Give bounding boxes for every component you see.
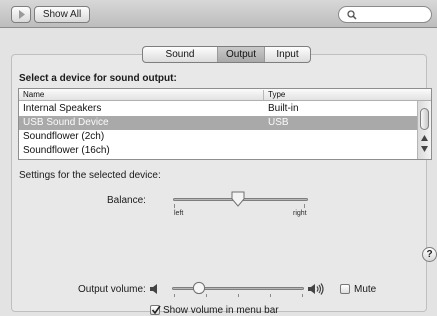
balance-right-label: right (293, 210, 307, 217)
device-name: Soundflower (2ch) (23, 131, 105, 142)
balance-left-label: left (174, 210, 184, 217)
balance-tick (304, 204, 305, 208)
balance-slider-knob[interactable] (231, 191, 245, 207)
volume-tick (238, 294, 239, 297)
speaker-low-icon (150, 284, 157, 294)
device-name: Internal Speakers (23, 103, 102, 114)
device-section-title: Select a device for sound output: (19, 73, 177, 84)
tab-sound-effects[interactable]: Sound Effects (143, 47, 218, 62)
volume-tick (206, 294, 207, 297)
settings-label: Settings for the selected device: (19, 170, 161, 181)
device-type: Built-in (268, 103, 299, 114)
device-name: USB Sound Device (23, 117, 109, 128)
table-scrollbar[interactable] (417, 101, 431, 159)
back-button[interactable] (11, 6, 31, 23)
table-row-selected[interactable]: USB Sound Device USB (19, 116, 417, 130)
table-row[interactable]: Soundflower (2ch) (19, 130, 417, 144)
show-volume-in-menubar-label: Show volume in menu bar (163, 305, 279, 316)
column-divider (263, 90, 264, 100)
scroll-up-arrow-icon[interactable] (421, 135, 428, 141)
mute-label: Mute (354, 284, 377, 295)
search-input[interactable] (359, 8, 427, 21)
volume-tick (302, 294, 303, 297)
checkmark-icon (151, 305, 161, 315)
tab-bar: Sound Effects Output Input (142, 46, 311, 63)
table-row[interactable]: Soundflower (16ch) (19, 144, 417, 158)
help-button[interactable]: ? (422, 247, 437, 262)
volume-tick (174, 294, 175, 297)
search-icon (347, 10, 357, 20)
show-volume-in-menubar-checkbox[interactable] (150, 305, 161, 315)
device-name: Soundflower (16ch) (23, 145, 110, 156)
output-volume-label: Output volume: (78, 284, 146, 295)
speaker-high-icon (308, 283, 324, 295)
table-row[interactable]: Internal Speakers Built-in (19, 102, 417, 116)
table-header: Name Type (19, 89, 431, 101)
output-device-table: Name Type Internal Speakers Built-in USB… (18, 88, 432, 160)
scroll-down-arrow-icon[interactable] (421, 146, 428, 152)
balance-tick (174, 204, 175, 208)
search-field[interactable] (338, 6, 432, 23)
scrollbar-thumb[interactable] (420, 108, 429, 130)
tab-input[interactable]: Input (265, 47, 310, 62)
toolbar: Show All (0, 0, 437, 28)
balance-label: Balance: (107, 195, 146, 206)
back-arrow-icon (19, 10, 25, 19)
show-all-button[interactable]: Show All (34, 6, 90, 23)
volume-tick (270, 294, 271, 297)
column-name-header[interactable]: Name (23, 89, 44, 101)
tab-output[interactable]: Output (218, 47, 265, 62)
device-type: USB (268, 117, 289, 128)
output-volume-slider-knob[interactable] (192, 281, 206, 295)
help-icon: ? (426, 249, 433, 260)
column-type-header[interactable]: Type (268, 89, 285, 101)
mute-checkbox[interactable] (340, 284, 350, 294)
